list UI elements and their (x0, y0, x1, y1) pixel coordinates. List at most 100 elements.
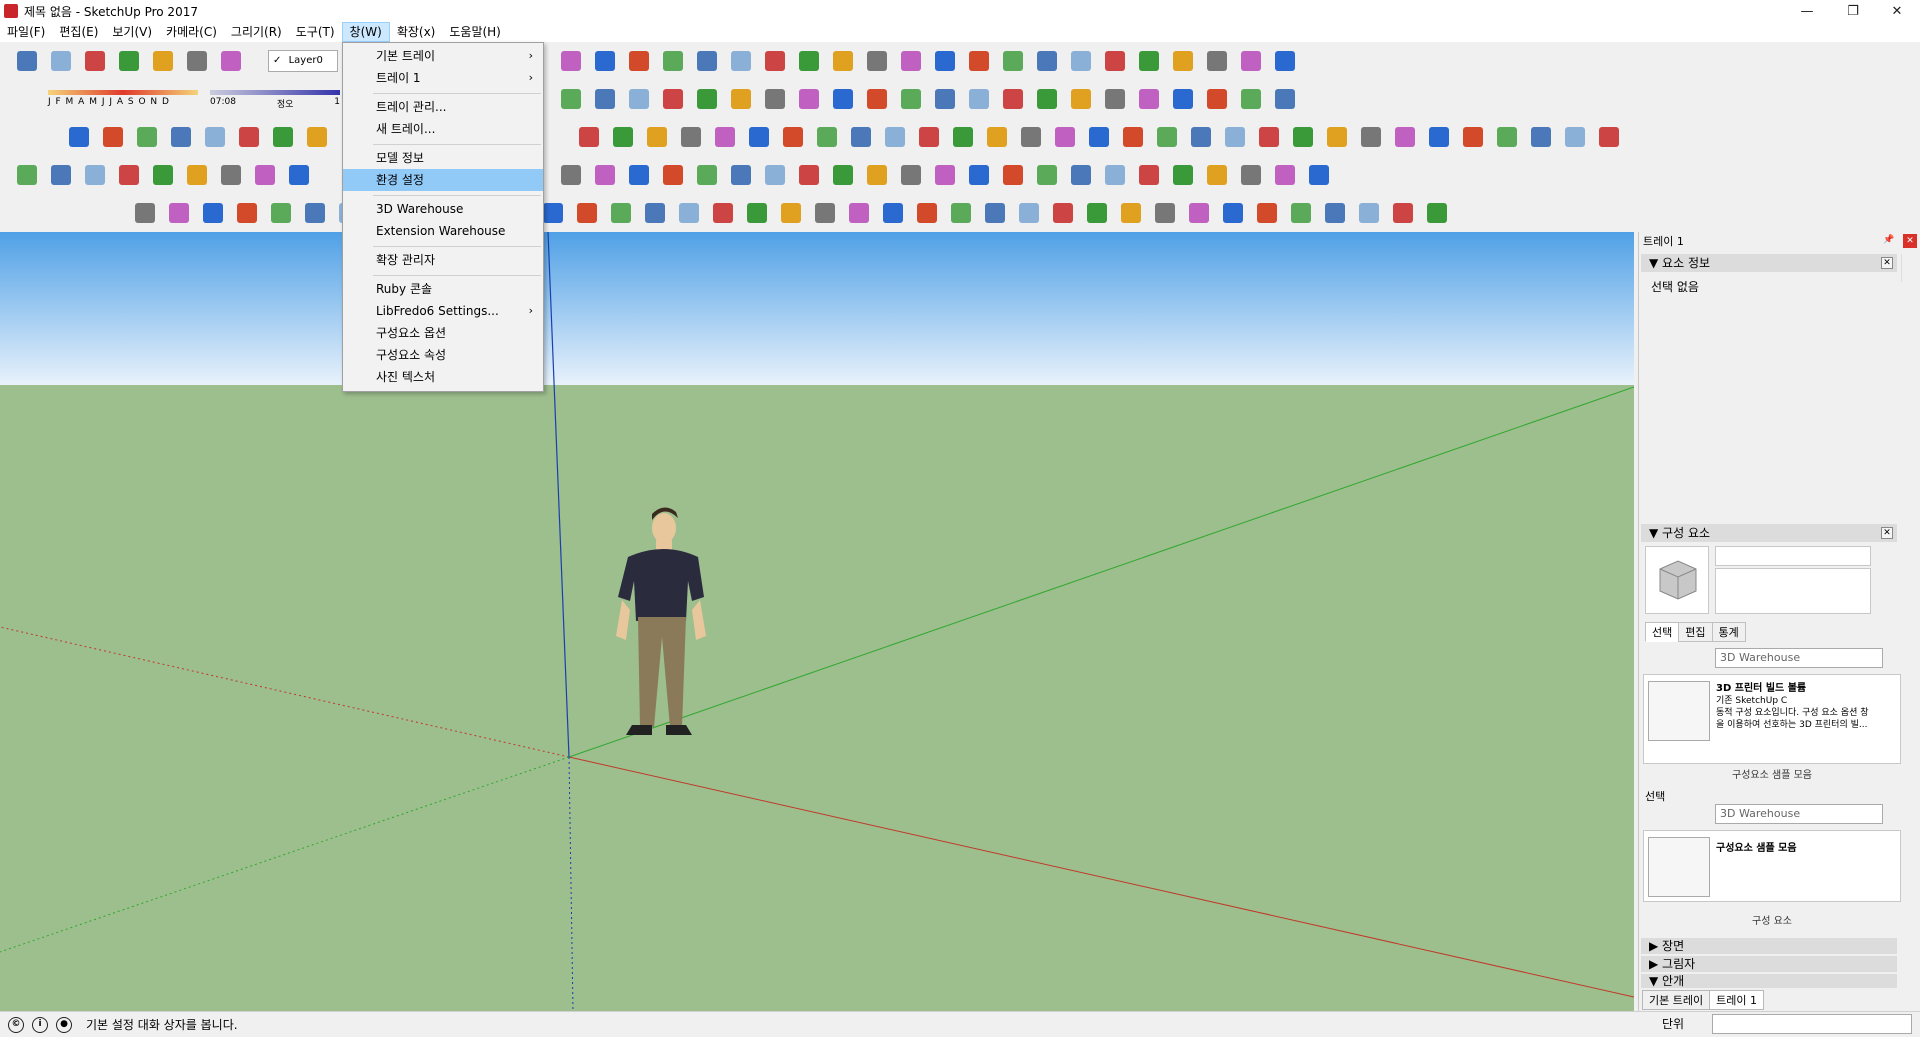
toolbar-tool-icon[interactable] (880, 122, 910, 152)
menu-item-photo-textures[interactable]: 사진 텍스처 (343, 366, 543, 388)
geo-location-icon[interactable]: © (8, 1016, 24, 1033)
toolbar-tool-icon[interactable] (114, 160, 144, 190)
toolbar-tool-icon[interactable] (692, 46, 722, 76)
toolbar-tool-icon[interactable] (624, 46, 654, 76)
menu-item-ruby-console[interactable]: Ruby 콘솔 (343, 278, 543, 300)
toolbar-tool-icon[interactable] (912, 198, 942, 228)
toolbar-tool-icon[interactable] (590, 46, 620, 76)
toolbar-tool-icon[interactable] (844, 198, 874, 228)
toolbar-tool-icon[interactable] (1134, 84, 1164, 114)
toolbar-tool-icon[interactable] (98, 122, 128, 152)
shadow-time-slider[interactable]: 07:08 정오 1 (210, 90, 340, 120)
close-section-icon[interactable]: ✕ (1881, 257, 1893, 269)
toolbar-tool-icon[interactable] (760, 160, 790, 190)
toolbar-tool-icon[interactable] (1032, 46, 1062, 76)
toolbar-tool-icon[interactable] (608, 122, 638, 152)
toolbar-tool-icon[interactable] (268, 122, 298, 152)
toolbar-tool-icon[interactable] (606, 198, 636, 228)
toolbar-tool-icon[interactable] (658, 84, 688, 114)
menu-item-manage-trays[interactable]: 트레이 관리... (343, 96, 543, 118)
toolbar-tool-icon[interactable] (1016, 122, 1046, 152)
toolbar-tool-icon[interactable] (1270, 160, 1300, 190)
toolbar-tool-icon[interactable] (300, 198, 330, 228)
menu-item-new-tray[interactable]: 새 트레이... (343, 118, 543, 140)
toolbar-tool-icon[interactable] (828, 84, 858, 114)
tab-statistics[interactable]: 통계 (1711, 622, 1746, 642)
tray-scrollbar-top[interactable] (1901, 254, 1915, 282)
toolbar-tool-icon[interactable] (234, 122, 264, 152)
secondary-search-input[interactable]: 3D Warehouse (1715, 804, 1883, 824)
toolbar-tool-icon[interactable] (1594, 122, 1624, 152)
toolbar-tool-icon[interactable] (708, 198, 738, 228)
toolbar-tool-icon[interactable] (1458, 122, 1488, 152)
menu-window[interactable]: 창(W) (341, 22, 390, 42)
toolbar-tool-icon[interactable] (1320, 198, 1350, 228)
minimize-button[interactable]: — (1784, 0, 1830, 22)
toolbar-tool-icon[interactable] (166, 122, 196, 152)
toolbar-tool-icon[interactable] (862, 84, 892, 114)
toolbar-tool-icon[interactable] (930, 160, 960, 190)
toolbar-tool-icon[interactable] (1390, 122, 1420, 152)
toolbar-tool-icon[interactable] (1422, 198, 1452, 228)
toolbar-tool-icon[interactable] (1100, 84, 1130, 114)
secondary-component-list[interactable]: 구성요소 샘플 모음 (1643, 830, 1901, 902)
layer-selector[interactable]: ✓ Layer0 (268, 50, 338, 72)
toolbar-tool-icon[interactable] (1322, 122, 1352, 152)
close-section-icon[interactable]: ✕ (1881, 527, 1893, 539)
toolbar-tool-icon[interactable] (1526, 122, 1556, 152)
menu-file[interactable]: 파일(F) (0, 22, 52, 42)
toolbar-tool-icon[interactable] (1168, 84, 1198, 114)
toolbar-tool-icon[interactable] (760, 46, 790, 76)
component-description-field[interactable] (1715, 568, 1871, 614)
menu-item-component-options[interactable]: 구성요소 옵션 (343, 322, 543, 344)
toolbar-tool-icon[interactable] (232, 198, 262, 228)
toolbar-tool-icon[interactable] (182, 46, 212, 76)
toolbar-tool-icon[interactable] (1560, 122, 1590, 152)
toolbar-tool-icon[interactable] (80, 46, 110, 76)
toolbar-tool-icon[interactable] (776, 198, 806, 228)
toolbar-tool-icon[interactable] (726, 160, 756, 190)
menu-camera[interactable]: 카메라(C) (159, 22, 224, 42)
toolbar-tool-icon[interactable] (896, 84, 926, 114)
component-nav[interactable]: 구성요소 샘플 모음 (1643, 766, 1901, 782)
menu-edit[interactable]: 편집(E) (52, 22, 105, 42)
toolbar-tool-icon[interactable] (556, 160, 586, 190)
menu-tools[interactable]: 도구(T) (289, 22, 342, 42)
toolbar-tool-icon[interactable] (896, 160, 926, 190)
toolbar-tool-icon[interactable] (114, 46, 144, 76)
toolbar-tool-icon[interactable] (1270, 84, 1300, 114)
menu-item-libfredo6-settings[interactable]: LibFredo6 Settings... › (343, 300, 543, 322)
toolbar-tool-icon[interactable] (1032, 84, 1062, 114)
toolbar-tool-icon[interactable] (1236, 46, 1266, 76)
toolbar-tool-icon[interactable] (794, 84, 824, 114)
tab-tray-1[interactable]: 트레이 1 (1709, 990, 1764, 1010)
toolbar-tool-icon[interactable] (574, 122, 604, 152)
toolbar-tool-icon[interactable] (182, 160, 212, 190)
shadows-header[interactable]: ▶ 그림자 (1641, 956, 1897, 972)
toolbar-tool-icon[interactable] (12, 46, 42, 76)
tray-pin-icon[interactable]: 📌 (1883, 235, 1894, 245)
toolbar-tool-icon[interactable] (828, 46, 858, 76)
toolbar-tool-icon[interactable] (590, 84, 620, 114)
toolbar-tool-icon[interactable] (1354, 198, 1384, 228)
user-account-icon[interactable]: ● (56, 1016, 72, 1033)
toolbar-tool-icon[interactable] (998, 46, 1028, 76)
toolbar-tool-icon[interactable] (1134, 46, 1164, 76)
restore-button[interactable]: ❐ (1830, 0, 1876, 22)
toolbar-tool-icon[interactable] (674, 198, 704, 228)
menu-draw[interactable]: 그리기(R) (224, 22, 289, 42)
menu-item-tray-1[interactable]: 트레이 1 › (343, 67, 543, 89)
toolbar-tool-icon[interactable] (164, 198, 194, 228)
toolbar-tool-icon[interactable] (846, 122, 876, 152)
toolbar-tool-icon[interactable] (998, 84, 1028, 114)
tab-select[interactable]: 선택 (1645, 622, 1680, 642)
toolbar-tool-icon[interactable] (914, 122, 944, 152)
toolbar-tool-icon[interactable] (1202, 46, 1232, 76)
drawing-viewport[interactable] (0, 232, 1634, 1011)
toolbar-tool-icon[interactable] (878, 198, 908, 228)
secondary-nav[interactable]: 구성 요소 (1643, 912, 1901, 928)
toolbar-tool-icon[interactable] (828, 160, 858, 190)
toolbar-tool-icon[interactable] (710, 122, 740, 152)
toolbar-tool-icon[interactable] (642, 122, 672, 152)
menu-item-model-info[interactable]: 모델 정보 (343, 147, 543, 169)
